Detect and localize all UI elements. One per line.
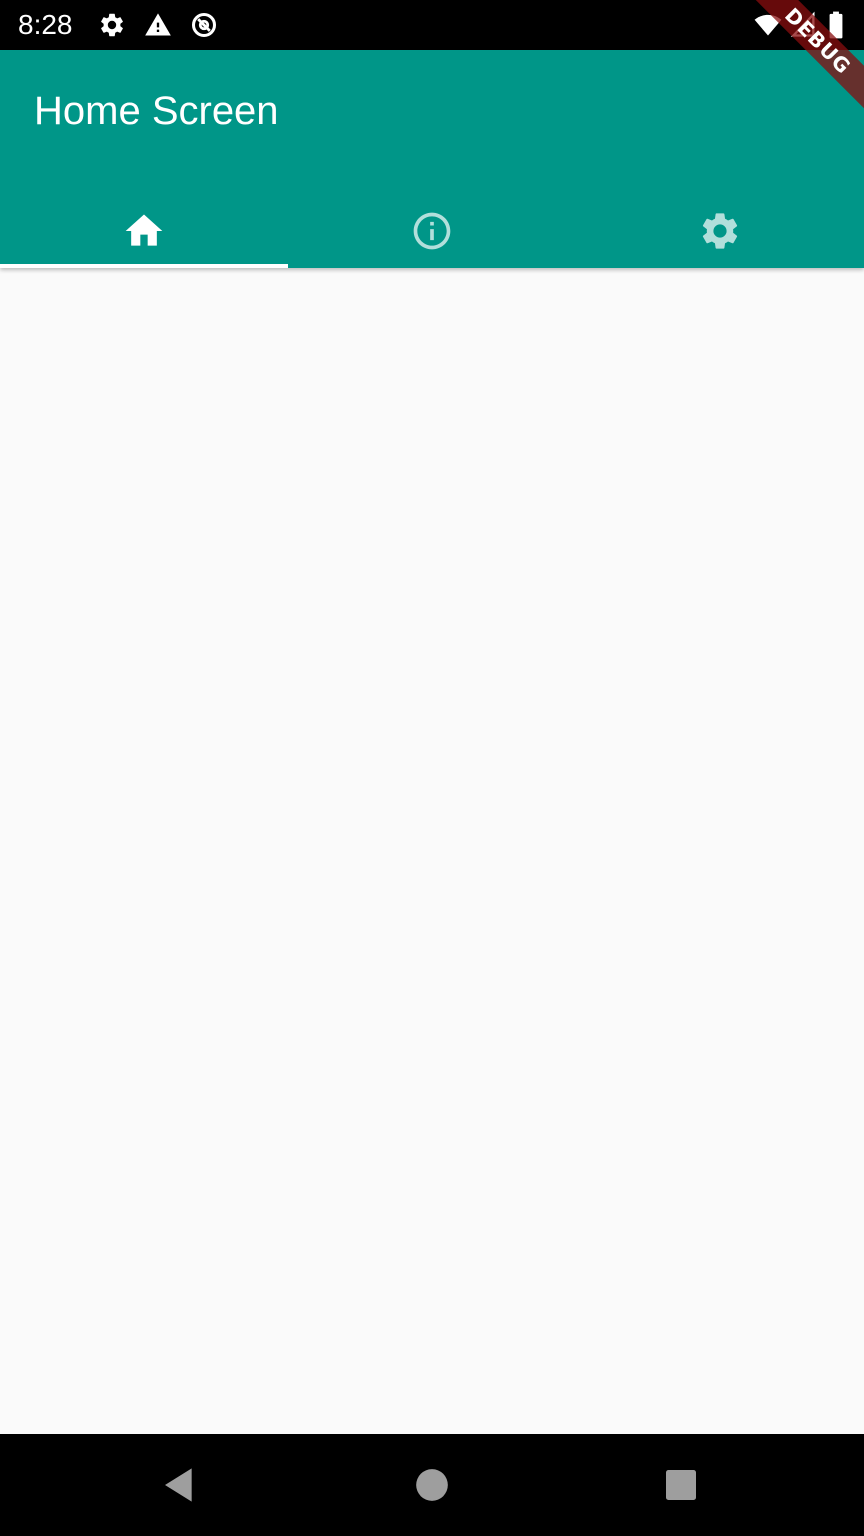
cellular-signal-icon [790,11,818,39]
battery-icon [826,11,846,39]
home-icon [122,209,166,253]
home-circle-icon[interactable] [412,1465,452,1505]
screen: 8:28 DEBUG Home Screen [0,0,864,1536]
data-saver-icon [190,11,218,39]
warning-icon [144,11,172,39]
settings-icon [698,209,742,253]
wifi-icon [754,11,782,39]
recents-icon[interactable] [661,1465,701,1505]
status-time: 8:28 [18,9,73,40]
back-icon[interactable] [160,1465,200,1505]
tab-indicator [0,264,288,268]
status-bar: 8:28 [0,0,864,50]
tab-content [0,268,864,1434]
tab-settings[interactable] [576,194,864,268]
tab-info[interactable] [288,194,576,268]
tab-home[interactable] [0,194,288,268]
system-nav-bar [0,1434,864,1536]
page-title: Home Screen [34,89,279,133]
info-icon [410,209,454,253]
tab-bar [0,194,864,268]
settings-icon [98,11,126,39]
app-bar: Home Screen [0,50,864,268]
